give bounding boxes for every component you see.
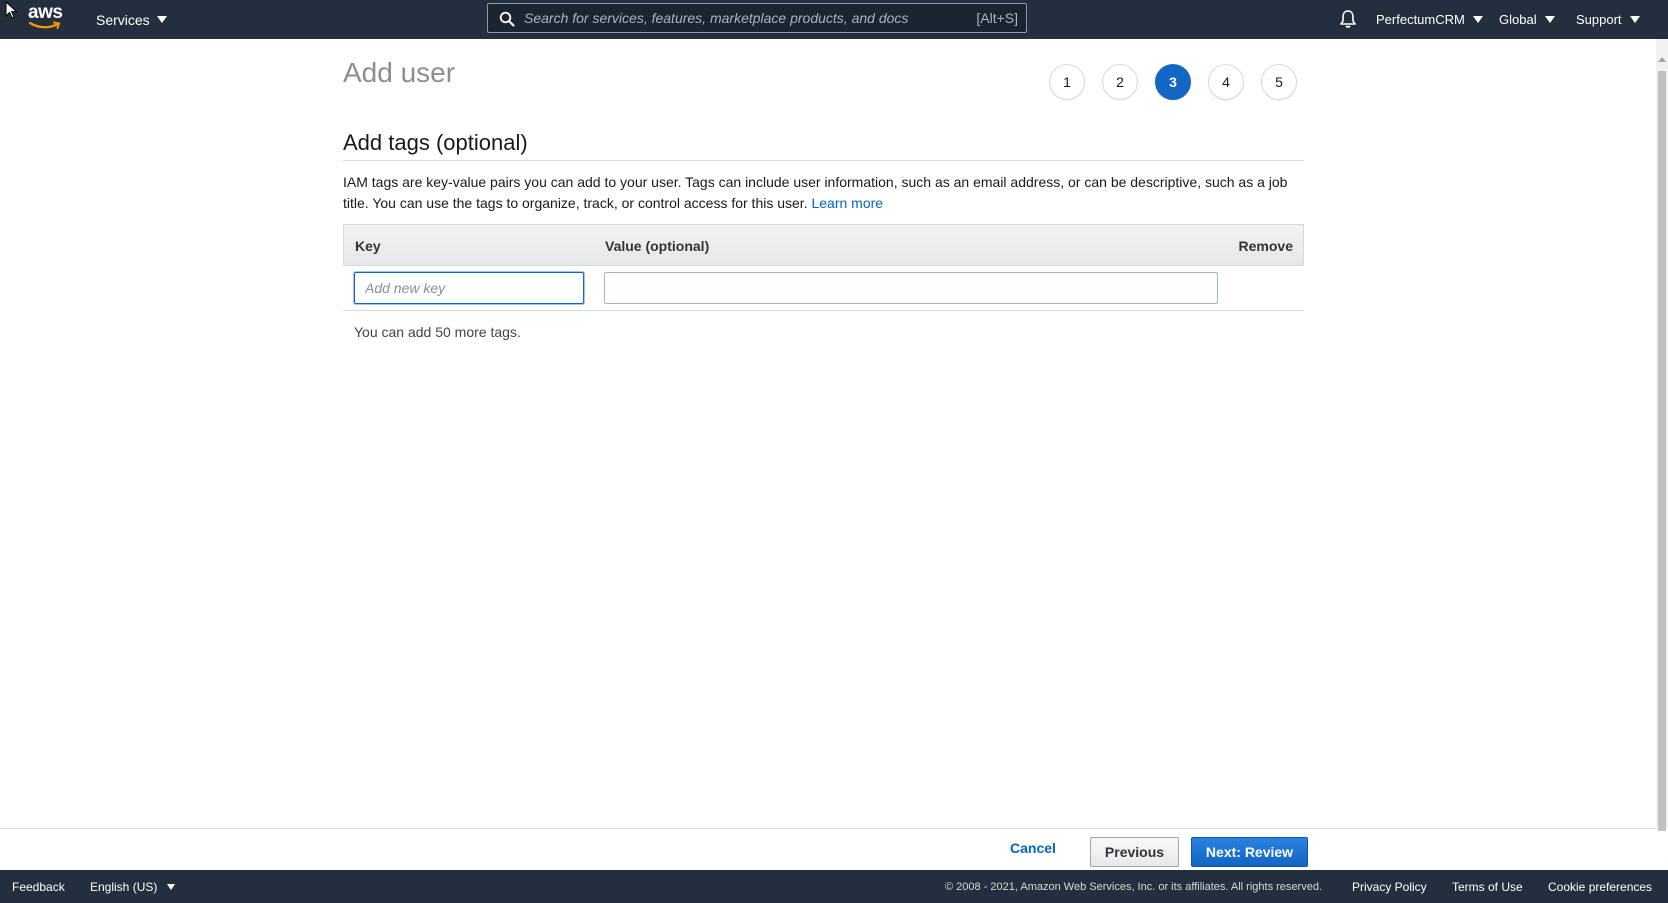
account-label: PerfectumCRM (1376, 12, 1465, 27)
wizard-action-bar: Cancel Previous Next: Review (0, 828, 1656, 870)
page-title: Add user (343, 57, 456, 88)
tag-key-input[interactable] (354, 272, 584, 304)
services-label: Services (96, 11, 150, 28)
wizard-step-5[interactable]: 5 (1261, 64, 1297, 100)
terms-of-use-link[interactable]: Terms of Use (1452, 880, 1523, 894)
column-header-key: Key (355, 238, 381, 254)
aws-smile-icon (28, 21, 61, 29)
column-header-remove: Remove (1238, 238, 1293, 254)
tag-value-input[interactable] (604, 272, 1218, 304)
scrollbar-thumb[interactable] (1658, 71, 1666, 831)
caret-down-icon (1544, 16, 1555, 23)
search-input[interactable] (524, 4, 944, 32)
section-title: Add tags (optional) (343, 130, 528, 155)
caret-down-icon (1629, 16, 1640, 23)
page-scrollbar[interactable] (1656, 39, 1668, 831)
learn-more-link[interactable]: Learn more (811, 195, 883, 211)
feedback-link[interactable]: Feedback (12, 880, 65, 894)
support-menu-button[interactable]: Support (1576, 0, 1640, 39)
wizard-step-3[interactable]: 3 (1155, 64, 1191, 100)
remaining-tags-text: You can add 50 more tags. (354, 324, 521, 340)
account-menu-button[interactable]: PerfectumCRM (1376, 0, 1483, 39)
wizard-step-1[interactable]: 1 (1049, 64, 1085, 100)
support-label: Support (1576, 12, 1622, 27)
table-row (343, 266, 1304, 311)
region-menu-button[interactable]: Global (1499, 0, 1555, 39)
scroll-up-arrow-icon[interactable] (1658, 57, 1666, 62)
wizard-step-2[interactable]: 2 (1102, 64, 1138, 100)
wizard-steps: 1 2 3 4 5 (1049, 64, 1297, 100)
notifications-bell-icon[interactable] (1339, 9, 1357, 29)
mouse-cursor-icon (5, 1, 18, 19)
search-icon (499, 11, 515, 27)
tags-table-header: Key Value (optional) Remove (343, 224, 1304, 266)
search-shortcut-hint: [Alt+S] (976, 10, 1018, 26)
section-divider (343, 160, 1304, 161)
caret-down-icon (166, 884, 175, 890)
cookie-preferences-link[interactable]: Cookie preferences (1548, 880, 1652, 894)
privacy-policy-link[interactable]: Privacy Policy (1352, 880, 1427, 894)
language-label: English (US) (90, 880, 158, 894)
console-footer: Feedback English (US) © 2008 - 2021, Ama… (0, 870, 1668, 903)
aws-logo[interactable]: aws (28, 2, 64, 32)
column-header-value: Value (optional) (605, 238, 710, 254)
caret-down-icon (156, 16, 167, 23)
search-box[interactable]: [Alt+S] (487, 3, 1027, 33)
cancel-button[interactable]: Cancel (1010, 840, 1056, 856)
copyright-text: © 2008 - 2021, Amazon Web Services, Inc.… (945, 881, 1322, 893)
aws-logo-text: aws (28, 2, 63, 23)
caret-down-icon (1472, 16, 1483, 23)
tags-table: Key Value (optional) Remove (343, 224, 1304, 266)
services-menu-button[interactable]: Services (96, 0, 167, 39)
wizard-step-4[interactable]: 4 (1208, 64, 1244, 100)
next-review-button[interactable]: Next: Review (1191, 837, 1308, 867)
previous-button[interactable]: Previous (1090, 837, 1179, 867)
tags-description: IAM tags are key-value pairs you can add… (343, 172, 1303, 214)
language-selector[interactable]: English (US) (90, 880, 175, 894)
region-label: Global (1499, 12, 1537, 27)
top-navigation-bar: aws Services [Alt+S] PerfectumCRM Global… (0, 0, 1668, 39)
